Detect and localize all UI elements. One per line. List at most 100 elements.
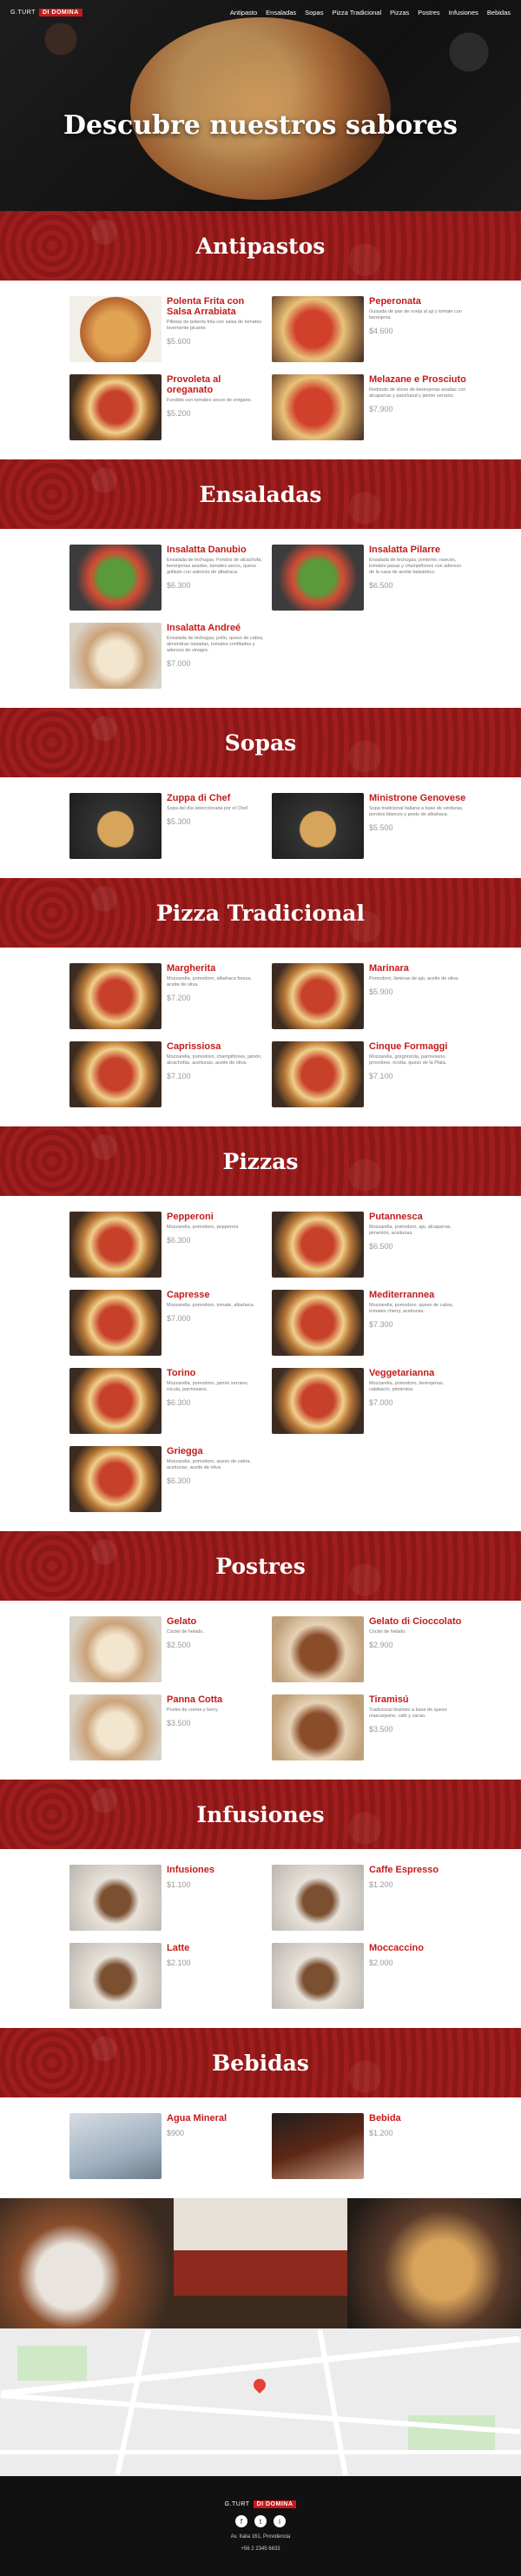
dish-price: $5.300	[167, 817, 191, 826]
nav-item[interactable]: Postres	[418, 9, 439, 17]
dish-info: Cinque Formaggi Mozzarella, gorgonzola, p…	[369, 1041, 466, 1107]
dish-price: $7.900	[369, 405, 393, 413]
menu-item[interactable]: Mediterrannea Mozzarella, pomodoro, queso…	[272, 1290, 467, 1356]
menu-item[interactable]: Agua Mineral $900	[69, 2113, 265, 2179]
logo-badge: DI DOMINA	[38, 8, 82, 17]
dish-description: Cóctel de helado.	[167, 1629, 204, 1635]
nav-item[interactable]: Pizzas	[390, 9, 409, 17]
location-map[interactable]	[0, 2328, 521, 2476]
menu-item[interactable]: Gelato Cóctel de helado. $2.500	[69, 1616, 265, 1682]
dish-photo	[272, 1943, 364, 2009]
menu-item[interactable]: Marinara Pomodoro, láminas de ajo, aceite…	[272, 963, 467, 1029]
menu-item[interactable]: Latte $2.100	[69, 1943, 265, 2009]
dish-name: Marinara	[369, 963, 409, 974]
nav-item[interactable]: Antipasto	[230, 9, 257, 17]
dish-description: Guisada de pan de oveja al aji y tomate …	[369, 309, 463, 320]
menu-item[interactable]: Polenta Frita con Salsa Arrabiata Pilleta…	[69, 296, 265, 362]
dish-name: Insalatta Danubio	[167, 545, 247, 555]
dish-price: $6.300	[167, 1236, 191, 1245]
dish-price: $6.300	[167, 581, 191, 590]
dish-price: $6.500	[369, 1242, 393, 1251]
menu-item[interactable]: Infusiones $1.100	[69, 1865, 265, 1931]
dish-name: Zuppa di Chef	[167, 793, 231, 803]
location-pin-icon[interactable]	[251, 2376, 268, 2394]
menu-item[interactable]: Ministrone Genovese Sopa tradicional ital…	[272, 793, 467, 859]
nav-item[interactable]: Pizza Tradicional	[332, 9, 381, 17]
menu-item[interactable]: Caffe Espresso $1.200	[272, 1865, 467, 1931]
nav-item[interactable]: Sopas	[305, 9, 323, 17]
menu-item[interactable]: Gelato di Cioccolato Cóctel de helado. $2.…	[272, 1616, 467, 1682]
dish-price: $7.100	[369, 1072, 393, 1080]
nav-item[interactable]: Infusiones	[449, 9, 478, 17]
dish-info: Bebida $1.200	[369, 2113, 466, 2179]
dish-photo	[69, 1694, 162, 1760]
menu-item[interactable]: Moccaccino $2.000	[272, 1943, 467, 2009]
dish-info: Margherita Mozzarella, pomodoro, albahaca…	[167, 963, 264, 1029]
dish-name: Griegga	[167, 1446, 203, 1456]
menu-item[interactable]: Griegga Mozzarella, pomodoro, queso de ca…	[69, 1446, 265, 1512]
facebook-icon[interactable]: f	[235, 2515, 247, 2527]
menu-item[interactable]: Margherita Mozzarella, pomodoro, albahaca…	[69, 963, 265, 1029]
dish-price: $6.300	[167, 1476, 191, 1485]
dish-info: Pepperoni Mozzarella, pomodoro, pepperoni…	[167, 1212, 264, 1278]
instagram-icon[interactable]: i	[274, 2515, 286, 2527]
dish-name: Provoleta al oreganato	[167, 374, 221, 395]
dish-name: Capresse	[167, 1290, 210, 1300]
dish-description: Mozzarella, pomodoro, pepperoni.	[167, 1225, 240, 1230]
dish-photo	[69, 793, 162, 859]
dish-name: Pepperoni	[167, 1212, 214, 1222]
dish-photo	[69, 545, 162, 611]
dish-price: $1.100	[167, 1880, 191, 1889]
menu-item[interactable]: Melazane e Prosciuto Redondo de slices de…	[272, 374, 467, 440]
menu-item[interactable]: Caprissiosa Mozzarella, pomodoro, champiñ…	[69, 1041, 265, 1107]
dish-price: $7.200	[167, 994, 191, 1002]
dish-photo	[272, 963, 364, 1029]
dish-name: Caffe Espresso	[369, 1865, 439, 1875]
menu-item[interactable]: Pepperoni Mozzarella, pomodoro, pepperoni…	[69, 1212, 265, 1278]
menu-items-grid: Polenta Frita con Salsa Arrabiata Pilleta…	[0, 281, 521, 459]
menu-item[interactable]: Torino Mozzarella, pomodoro, jamón serran…	[69, 1368, 265, 1434]
menu-item[interactable]: Insalatta Pilarre Ensalada de lechugas, p…	[272, 545, 467, 611]
twitter-icon[interactable]: t	[254, 2515, 267, 2527]
nav-menu: Antipasto Ensaladas Sopas Pizza Tradicional…	[230, 9, 511, 17]
menu-items-grid: Infusiones $1.100 Caffe Espresso $1.200 Latt…	[0, 1849, 521, 2028]
menu-item[interactable]: Putannesca Mozzarella, pomodoro, ajo, alc…	[272, 1212, 467, 1278]
menu-item[interactable]: Panna Cotta Postre de crema y berry. $3.50…	[69, 1694, 265, 1760]
dish-name: Margherita	[167, 963, 216, 974]
dish-photo	[272, 1368, 364, 1434]
section-title: Antipastos	[195, 233, 326, 259]
menu-item[interactable]: Tiramisú Tradicional tiramisú a base de q…	[272, 1694, 467, 1760]
dish-name: Polenta Frita con Salsa Arrabiata	[167, 296, 245, 317]
dish-info: Insalatta Andreé Ensalada de lechugas, po…	[167, 623, 264, 689]
menu-item[interactable]: Cinque Formaggi Mozzarella, gorgonzola, p…	[272, 1041, 467, 1107]
dish-name: Agua Mineral	[167, 2113, 228, 2124]
nav-item[interactable]: Ensaladas	[266, 9, 296, 17]
dish-name: Veggetarianna	[369, 1368, 435, 1378]
menu-item[interactable]: Zuppa di Chef Sopa del día seleccionada p…	[69, 793, 265, 859]
dish-description: Sopa del día seleccionada por el Chef.	[167, 806, 249, 811]
top-nav: G.TURT DI DOMINA Antipasto Ensaladas Sopas…	[0, 0, 521, 24]
menu-item[interactable]: Insalatta Andreé Ensalada de lechugas, po…	[69, 623, 265, 689]
logo[interactable]: G.TURT DI DOMINA	[10, 8, 82, 17]
dish-info: Insalatta Danubio Ensalada de lechugas. F…	[167, 545, 264, 611]
menu-item[interactable]: Peperonata Guisada de pan de oveja al aji…	[272, 296, 467, 362]
menu-item[interactable]: Bebida $1.200	[272, 2113, 467, 2179]
menu-item[interactable]: Insalatta Danubio Ensalada de lechugas. F…	[69, 545, 265, 611]
section-banner: Pizza Tradicional	[0, 878, 521, 948]
nav-item[interactable]: Bebidas	[487, 9, 511, 17]
section-title: Sopas	[224, 730, 297, 756]
menu-item[interactable]: Capresse Mozzarella, pomodoro, tomate, al…	[69, 1290, 265, 1356]
photo-gallery	[0, 2198, 521, 2328]
dish-description: Pilletas de polenta frita con salsa de t…	[167, 320, 262, 331]
dish-name: Torino	[167, 1368, 196, 1378]
dish-info: Gelato di Cioccolato Cóctel de helado. $2.…	[369, 1616, 466, 1682]
dish-info: Marinara Pomodoro, láminas de ajo, aceite…	[369, 963, 466, 1029]
dish-info: Agua Mineral $900	[167, 2113, 264, 2179]
dish-photo	[69, 1616, 162, 1682]
menu-item[interactable]: Veggetarianna Mozzarella, pomodoro, beren…	[272, 1368, 467, 1434]
section-title: Ensaladas	[199, 481, 322, 507]
menu-items-grid: Margherita Mozzarella, pomodoro, albahaca…	[0, 948, 521, 1126]
dish-description: Cóctel de helado.	[369, 1629, 406, 1635]
section-banner: Infusiones	[0, 1780, 521, 1849]
menu-item[interactable]: Provoleta al oreganato Fundido con tomate…	[69, 374, 265, 440]
